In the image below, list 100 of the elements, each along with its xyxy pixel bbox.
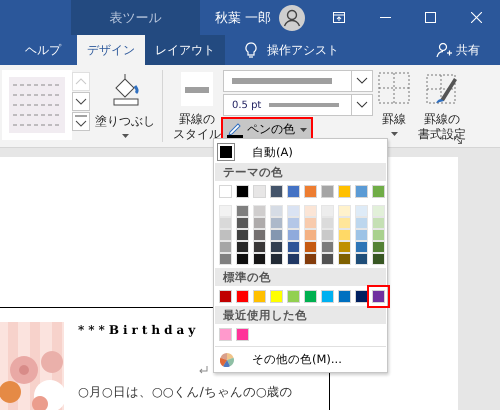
color-swatch[interactable] [270,229,283,241]
color-swatch[interactable] [287,290,300,303]
color-swatch[interactable] [321,229,334,241]
fill-button[interactable]: 塗りつぶし [95,114,155,129]
document-heading: ***Birthday [78,323,200,337]
color-swatch[interactable] [372,185,385,198]
color-swatch[interactable] [236,241,249,253]
color-swatch[interactable] [304,290,317,303]
color-swatch[interactable] [236,290,249,303]
color-swatch[interactable] [321,217,334,229]
pen-color-button[interactable]: ペンの色 [223,119,311,140]
color-swatch[interactable] [236,229,249,241]
borders-button[interactable]: 罫線 [382,112,406,127]
more-colors-item[interactable]: その他の色(M)... [215,346,386,369]
color-swatch[interactable] [219,328,232,341]
color-swatch[interactable] [253,241,266,253]
line-style-dropdown[interactable] [223,70,373,92]
user-name: 秋葉 一郎 [215,10,272,27]
gallery-down-icon[interactable] [72,92,90,111]
color-swatch[interactable] [236,205,249,217]
color-swatch[interactable] [253,253,266,265]
color-swatch[interactable] [372,253,385,265]
color-swatch[interactable] [321,185,334,198]
color-swatch[interactable] [219,229,232,241]
color-swatch[interactable] [219,290,232,303]
tell-me-field[interactable]: 操作アシスト [267,42,339,58]
color-swatch[interactable] [270,290,283,303]
color-swatch[interactable] [253,185,266,198]
color-swatch[interactable] [355,217,368,229]
color-swatch[interactable] [287,241,300,253]
color-swatch[interactable] [338,290,351,303]
color-swatch[interactable] [338,217,351,229]
color-swatch[interactable] [236,253,249,265]
color-swatch[interactable] [355,241,368,253]
color-swatch[interactable] [287,253,300,265]
color-swatch[interactable] [236,217,249,229]
color-swatch[interactable] [236,328,249,341]
color-swatch[interactable] [372,241,385,253]
color-swatch[interactable] [338,253,351,265]
close-icon[interactable] [471,12,482,23]
color-swatch[interactable] [338,229,351,241]
color-swatch[interactable] [321,253,334,265]
color-swatch[interactable] [270,217,283,229]
share-button[interactable]: 共有 [456,42,480,58]
color-swatch[interactable] [304,241,317,253]
color-swatch[interactable] [287,229,300,241]
color-swatch[interactable] [304,253,317,265]
color-swatch[interactable] [219,185,232,198]
maximize-icon[interactable] [425,12,436,23]
color-swatch[interactable] [270,241,283,253]
color-swatch[interactable] [321,241,334,253]
border-grid-icon[interactable] [378,72,410,104]
color-swatch[interactable] [372,229,385,241]
color-swatch[interactable] [321,205,334,217]
color-swatch[interactable] [372,205,385,217]
color-swatch[interactable] [219,217,232,229]
color-swatch[interactable] [338,185,351,198]
border-painter-icon[interactable] [426,72,458,106]
color-swatch[interactable] [219,253,232,265]
color-swatch[interactable] [236,185,249,198]
color-swatch[interactable] [219,205,232,217]
avatar-icon[interactable] [279,5,305,31]
color-swatch[interactable] [338,205,351,217]
color-swatch[interactable] [355,205,368,217]
color-swatch[interactable] [253,290,266,303]
color-swatch[interactable] [304,217,317,229]
ribbon-tab[interactable]: デザイン [77,35,145,65]
color-swatch[interactable] [338,241,351,253]
color-swatch[interactable] [270,253,283,265]
color-swatch[interactable] [304,205,317,217]
color-swatch[interactable] [355,253,368,265]
lightbulb-icon[interactable] [245,42,257,58]
color-swatch[interactable] [287,185,300,198]
automatic-color-item[interactable]: 自動(A) [215,141,386,163]
color-swatch[interactable] [355,229,368,241]
color-swatch[interactable] [355,185,368,198]
color-swatch[interactable] [287,205,300,217]
caret-icon[interactable] [390,132,398,136]
color-swatch[interactable] [304,229,317,241]
color-swatch[interactable] [321,290,334,303]
color-swatch[interactable] [287,217,300,229]
color-swatch[interactable] [304,185,317,198]
gallery-more-icon[interactable] [72,112,90,131]
line-weight-dropdown[interactable]: 0.5 pt [223,94,373,116]
color-swatch[interactable] [219,241,232,253]
color-swatch[interactable] [253,205,266,217]
ribbon-tab[interactable]: ヘルプ [0,35,77,65]
ribbon-tab[interactable]: レイアウト [145,35,225,65]
ribbon-display-icon[interactable] [333,12,345,23]
border-style-button[interactable]: 罫線の スタイル [173,112,221,142]
color-swatch[interactable] [372,217,385,229]
table-style-preview-icon[interactable] [9,77,65,133]
share-person-icon[interactable] [436,42,452,58]
caret-icon[interactable] [122,134,128,138]
color-swatch[interactable] [253,217,266,229]
color-swatch[interactable] [355,290,368,303]
color-swatch[interactable] [270,205,283,217]
color-swatch[interactable] [253,229,266,241]
line-style-preview-icon[interactable] [181,72,213,106]
color-swatch[interactable] [270,185,283,198]
